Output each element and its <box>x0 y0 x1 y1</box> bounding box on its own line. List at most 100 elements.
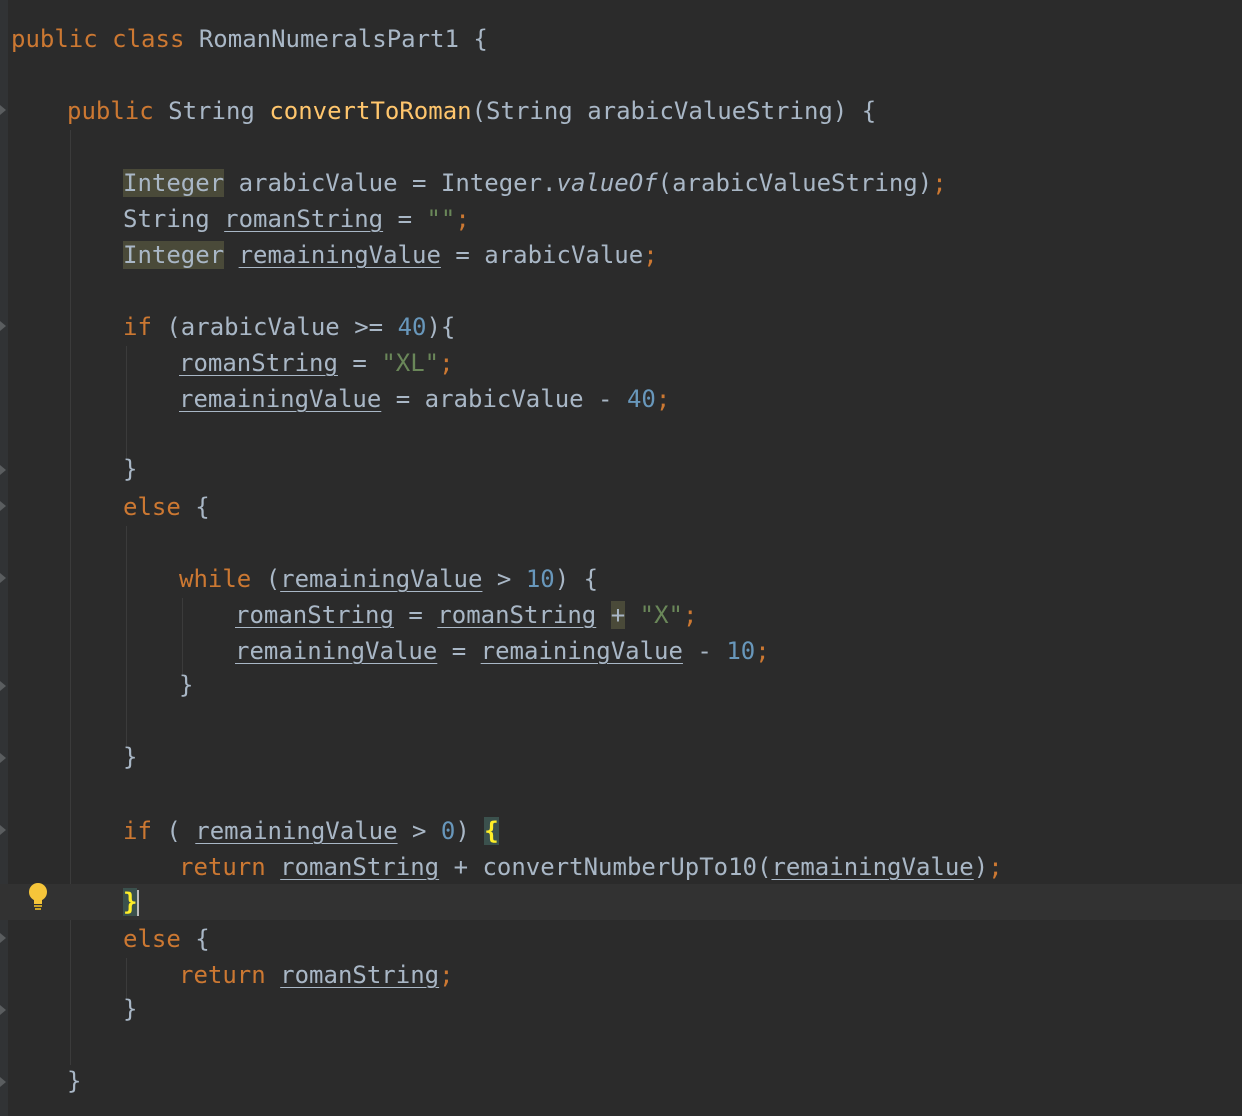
method-name: convertToRoman <box>269 97 472 125</box>
matched-brace: { <box>484 817 499 845</box>
code-line[interactable]: if (arabicValue >= 40){ <box>0 309 455 345</box>
code-token: ){ <box>426 313 456 341</box>
code-token: ) <box>455 817 470 845</box>
method-name: valueOf <box>556 169 658 197</box>
code-token: (arabicValue >= <box>166 313 384 341</box>
code-token: = <box>451 637 467 665</box>
keyword: while <box>179 565 252 593</box>
code-token: } <box>123 995 138 1023</box>
number-literal: 10 <box>726 637 756 665</box>
code-token: + convertNumberUpTo10( <box>453 853 772 881</box>
code-line[interactable]: } <box>0 991 137 1027</box>
variable: remainingValue <box>280 565 483 593</box>
variable: romanString <box>280 961 440 989</box>
code-line[interactable]: } <box>0 739 137 775</box>
variable: remainingValue <box>238 241 441 269</box>
keyword: if <box>123 817 152 845</box>
code-line[interactable]: } <box>0 451 137 487</box>
code-token: ; <box>655 385 671 413</box>
code-line[interactable]: romanString = "XL"; <box>0 345 454 381</box>
code-token: } <box>179 671 194 699</box>
code-token: = <box>408 601 423 629</box>
code-token: = <box>397 205 413 233</box>
code-token: } <box>123 743 138 771</box>
variable: romanString <box>280 853 440 881</box>
keyword: public <box>67 97 154 125</box>
code-token: ; <box>439 349 454 377</box>
number-literal: 10 <box>525 565 555 593</box>
code-line[interactable]: while (remainingValue > 10) { <box>0 561 598 597</box>
code-token: ; <box>682 601 698 629</box>
code-token: ) <box>973 853 989 881</box>
variable: remainingValue <box>480 637 683 665</box>
current-line[interactable]: } <box>0 884 1242 920</box>
text-caret <box>137 890 140 916</box>
code-token: { <box>195 493 210 521</box>
keyword: class <box>112 25 185 53</box>
code-token: - <box>697 637 712 665</box>
code-line[interactable]: romanString = romanString + "X"; <box>0 597 697 633</box>
variable: remainingValue <box>771 853 974 881</box>
code-token: ; <box>643 241 658 269</box>
code-line[interactable]: if ( remainingValue > 0) { <box>0 813 499 849</box>
code-line[interactable]: String romanString = ""; <box>0 201 470 237</box>
keyword: else <box>123 493 181 521</box>
number-literal: 40 <box>397 313 427 341</box>
code-token: Integer <box>123 169 225 197</box>
code-line[interactable]: Integer remainingValue = arabicValue; <box>0 237 658 273</box>
keyword: public <box>11 25 98 53</box>
string-literal: "XL" <box>381 349 440 377</box>
code-line[interactable]: else { <box>0 921 210 957</box>
code-token: + <box>610 601 626 629</box>
code-token: String <box>123 205 210 233</box>
code-token: { <box>473 25 488 53</box>
code-token: } <box>123 455 138 483</box>
code-token: > <box>496 565 512 593</box>
code-line[interactable]: } <box>0 667 193 703</box>
variable: romanString <box>235 601 394 629</box>
class-name: RomanNumeralsPart1 <box>198 25 459 53</box>
code-line[interactable]: remainingValue = remainingValue - 10; <box>0 633 770 669</box>
code-token: Integer <box>123 241 225 269</box>
code-line[interactable]: return romanString; <box>0 957 454 993</box>
code-editor[interactable]: public class RomanNumeralsPart1 { public… <box>0 0 1242 1116</box>
keyword: return <box>179 961 266 989</box>
string-literal: "X" <box>639 601 683 629</box>
code-token: ; <box>455 205 470 233</box>
code-token: ; <box>932 169 947 197</box>
code-token: ( <box>166 817 181 845</box>
code-line[interactable]: public String convertToRoman(String arab… <box>0 93 876 129</box>
code-token: ) { <box>554 565 599 593</box>
number-literal: 0 <box>440 817 456 845</box>
code-line[interactable]: Integer arabicValue = Integer.valueOf(ar… <box>0 165 947 201</box>
matched-brace: } <box>123 888 138 916</box>
code-token: ; <box>755 637 770 665</box>
code-token: (arabicValueString) <box>657 169 933 197</box>
string-literal: "" <box>426 205 456 233</box>
code-token: String <box>168 97 255 125</box>
code-token: > <box>412 817 427 845</box>
code-line[interactable]: } <box>0 1063 81 1099</box>
keyword: return <box>179 853 266 881</box>
variable: romanString <box>437 601 597 629</box>
keyword: else <box>123 925 181 953</box>
variable: romanString <box>224 205 384 233</box>
variable: remainingValue <box>179 385 382 413</box>
variable: remainingValue <box>235 637 438 665</box>
variable: remainingValue <box>195 817 398 845</box>
variable: romanString <box>179 349 338 377</box>
code-line[interactable]: else { <box>0 489 210 525</box>
number-literal: 40 <box>626 385 656 413</box>
code-line[interactable]: return romanString + convertNumberUpTo10… <box>0 849 1003 885</box>
code-token: { <box>195 925 210 953</box>
code-token: = arabicValue - <box>395 385 613 413</box>
code-line[interactable]: public class RomanNumeralsPart1 { <box>0 21 488 57</box>
code-token: (String arabicValueString) { <box>471 97 877 125</box>
code-token: = <box>352 349 367 377</box>
lightbulb-icon[interactable] <box>26 882 50 912</box>
code-token: ; <box>439 961 454 989</box>
code-token: = arabicValue <box>455 241 644 269</box>
code-line[interactable]: remainingValue = arabicValue - 40; <box>0 381 670 417</box>
code-token: } <box>67 1067 82 1095</box>
code-token: ( <box>265 565 281 593</box>
